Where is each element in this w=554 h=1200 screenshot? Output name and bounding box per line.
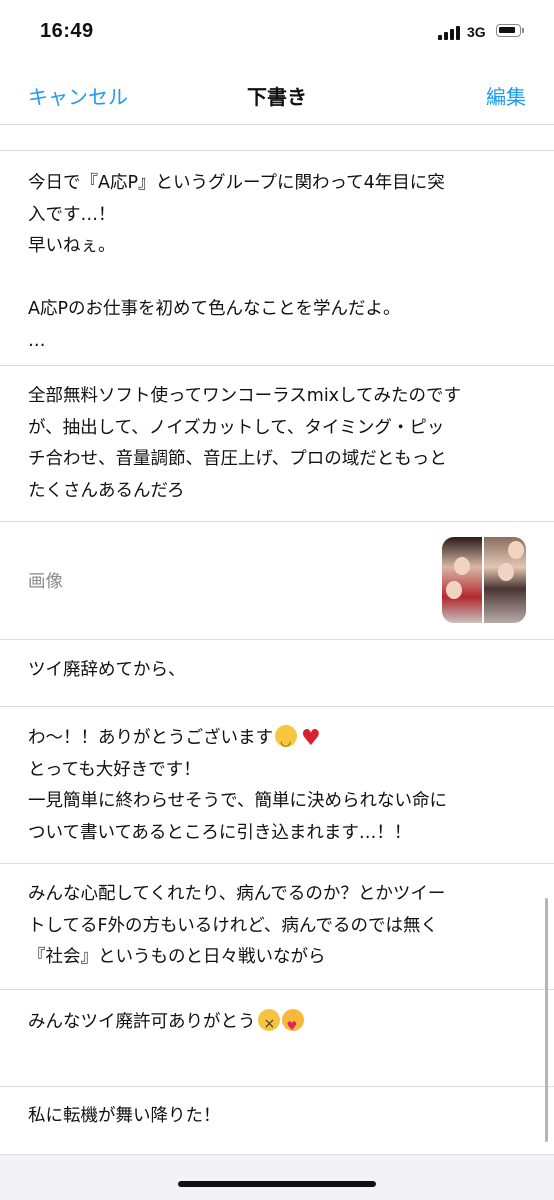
draft-text-line: みんなツイ廃許可ありがとう <box>28 1007 526 1043</box>
list-top-divider <box>0 150 554 151</box>
draft-item[interactable]: 私に転機が舞い降りた！ <box>0 1101 554 1133</box>
draft-text: みんな心配してくれたり、病んでるのか？とかツイー トしてるF外の方もいるけれど、… <box>28 884 446 967</box>
edit-button[interactable]: 編集 <box>486 81 526 110</box>
nav-bar: キャンセル 下書き 編集 <box>0 66 554 124</box>
draft-divider <box>0 639 554 640</box>
list-top-spacer <box>0 125 554 150</box>
cancel-button[interactable]: キャンセル <box>28 81 128 110</box>
image-thumbnail <box>484 537 526 623</box>
draft-divider <box>0 1086 554 1087</box>
battery-icon <box>496 24 521 37</box>
smile-emoji-icon <box>275 725 297 758</box>
home-indicator[interactable] <box>178 1181 376 1187</box>
draft-text: 私に転機が舞い降りた！ <box>28 1106 221 1126</box>
draft-text: とっても大好きです！ 一見簡単に終わらせそうで、簡単に決められない命に ついて書… <box>28 759 447 843</box>
draft-item[interactable]: わ〜！！ありがとうございます ♥ とっても大好きです！ 一見簡単に終わらせそうで、… <box>0 723 554 849</box>
red-heart-icon: ♥ <box>301 726 321 751</box>
scrollbar[interactable] <box>545 898 548 1142</box>
draft-item[interactable]: ツイ廃辞めてから、 <box>0 655 554 687</box>
draft-text-line: わ〜！！ありがとうございます ♥ <box>28 723 526 758</box>
draft-item[interactable]: みんな心配してくれたり、病んでるのか？とかツイー トしてるF外の方もいるけれど、… <box>0 879 554 974</box>
draft-divider <box>0 365 554 366</box>
draft-text: みんなツイ廃許可ありがとう <box>28 1012 256 1032</box>
draft-item[interactable]: 今日で『A応P』というグループに関わって4年目に突 入です…！ 早いねぇ。 A応… <box>0 168 554 357</box>
status-bar: 16:49 3G <box>0 0 554 66</box>
network-type: 3G <box>467 24 486 40</box>
draft-text: 今日で『A応P』というグループに関わって4年目に突 入です…！ 早いねぇ。 A応… <box>28 173 445 351</box>
love-emoji-icon <box>281 1009 304 1043</box>
status-time: 16:49 <box>40 20 94 42</box>
list-bottom-area <box>0 1155 554 1200</box>
draft-divider <box>0 989 554 990</box>
signal-icon <box>438 26 464 40</box>
image-thumbnail <box>442 537 482 623</box>
draft-divider <box>0 706 554 707</box>
crying-emoji-icon <box>257 1009 280 1041</box>
image-label: 画像 <box>28 572 63 592</box>
draft-text: わ〜！！ありがとうございます <box>28 728 273 748</box>
battery-tip <box>522 28 524 33</box>
draft-item[interactable]: みんなツイ廃許可ありがとう <box>0 1007 554 1043</box>
draft-item[interactable]: 全部無料ソフト使ってワンコーラスmixしてみたのです が、抽出して、ノイズカット… <box>0 381 554 507</box>
draft-text: 全部無料ソフト使ってワンコーラスmixしてみたのです が、抽出して、ノイズカット… <box>28 386 462 501</box>
draft-divider <box>0 863 554 864</box>
draft-text: ツイ廃辞めてから、 <box>28 660 186 680</box>
